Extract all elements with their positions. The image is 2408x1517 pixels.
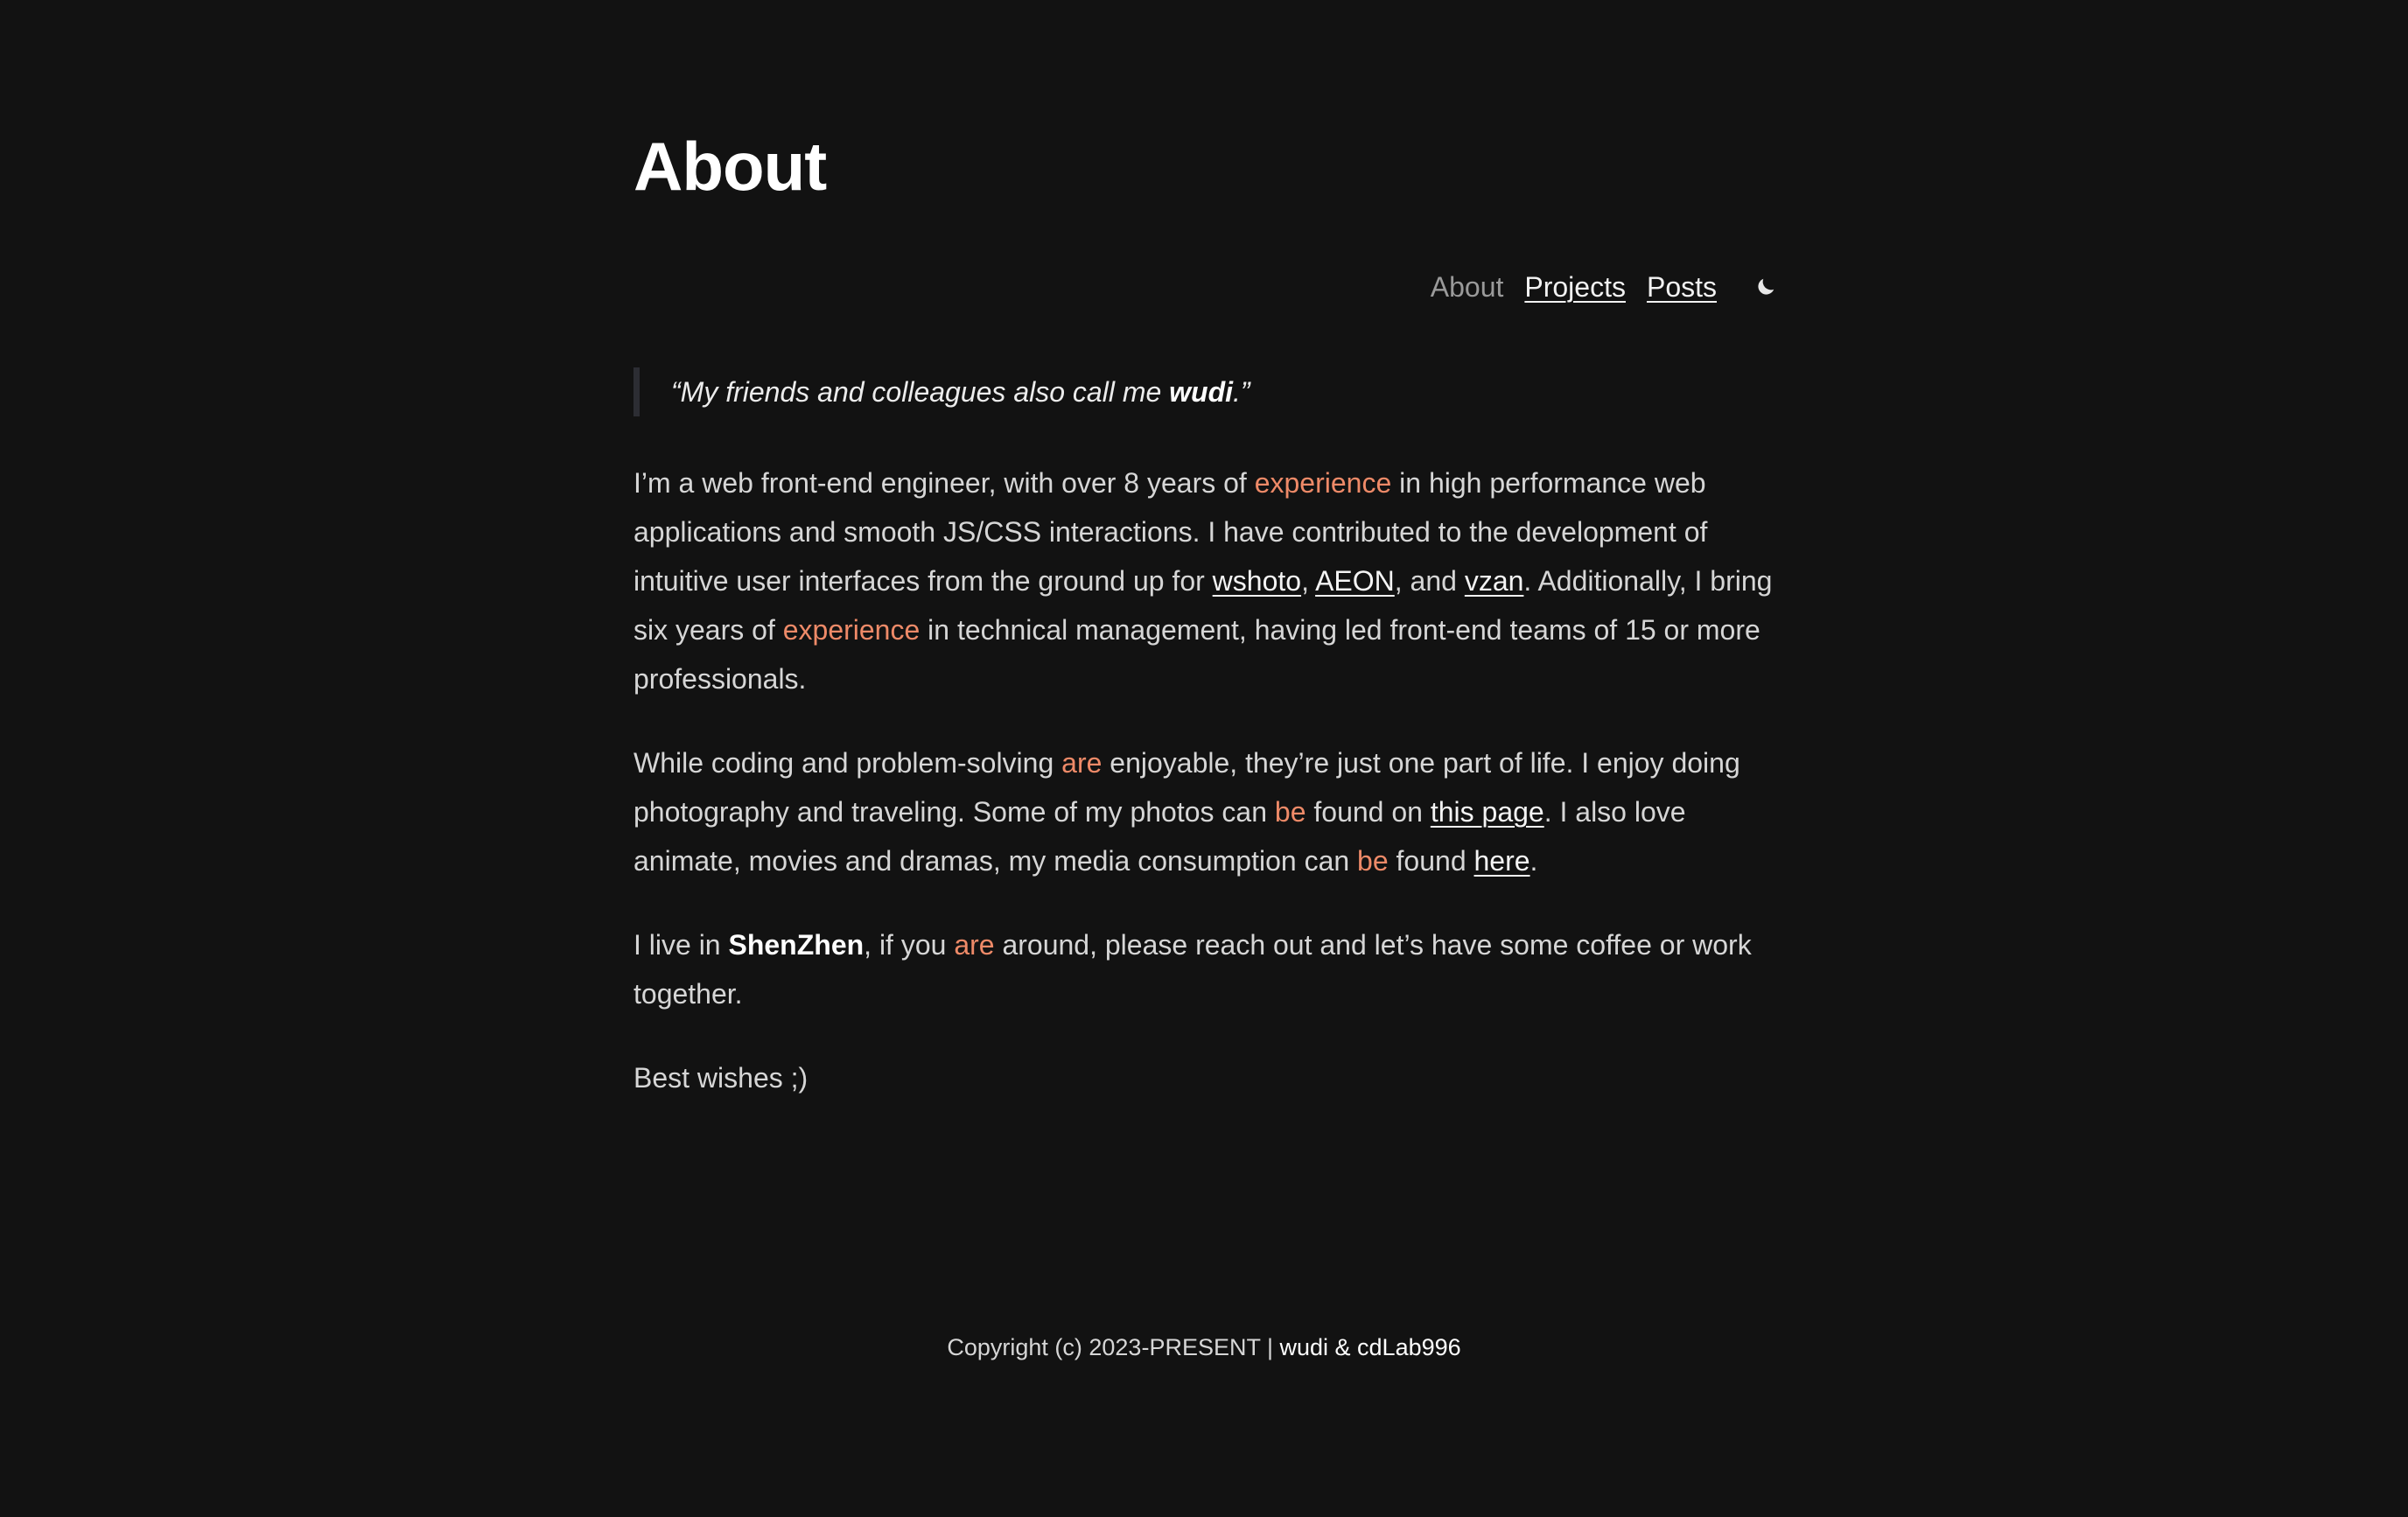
quote-name: wudi bbox=[1169, 376, 1234, 408]
paragraph-signoff: Best wishes ;) bbox=[634, 1062, 808, 1094]
text: I live in bbox=[634, 929, 729, 961]
copyright-text: Copyright (c) 2023-PRESENT | bbox=[947, 1334, 1280, 1360]
quote-text: “My friends and colleagues also call me bbox=[671, 376, 1170, 408]
text: While coding and problem-solving bbox=[634, 747, 1062, 779]
link-vzan[interactable]: vzan bbox=[1465, 565, 1524, 597]
link-wshoto[interactable]: wshoto bbox=[1213, 565, 1301, 597]
page-title: About bbox=[634, 128, 827, 205]
intro-quote: “My friends and colleagues also call me … bbox=[634, 367, 1778, 416]
link-this-page[interactable]: this page bbox=[1431, 796, 1544, 828]
highlight-word: experience bbox=[1254, 467, 1392, 499]
link-here[interactable]: here bbox=[1474, 845, 1530, 877]
paragraph-hobbies: While coding and problem-solving are enj… bbox=[634, 738, 1778, 885]
text: . bbox=[1530, 845, 1538, 877]
text: I’m a web front-end engineer, with over … bbox=[634, 467, 1255, 499]
city-name: ShenZhen bbox=[728, 929, 864, 961]
highlight-word: are bbox=[954, 929, 995, 961]
nav-projects[interactable]: Projects bbox=[1524, 268, 1626, 306]
paragraph-location: I live in ShenZhen, if you are around, p… bbox=[634, 920, 1778, 1018]
text: found on bbox=[1306, 796, 1431, 828]
highlight-word: experience bbox=[782, 614, 920, 646]
moon-icon bbox=[1758, 278, 1774, 295]
nav-posts[interactable]: Posts bbox=[1647, 268, 1717, 306]
highlight-word: be bbox=[1357, 845, 1389, 877]
text: found bbox=[1388, 845, 1474, 877]
footer: Copyright (c) 2023-PRESENT | wudi & cdLa… bbox=[0, 1330, 2408, 1365]
top-nav: About Projects Posts bbox=[1431, 268, 1778, 306]
nav-about[interactable]: About bbox=[1431, 268, 1504, 306]
footer-authors: wudi & cdLab996 bbox=[1279, 1334, 1461, 1360]
highlight-word: are bbox=[1061, 747, 1102, 779]
link-aeon[interactable]: AEON bbox=[1315, 565, 1395, 597]
about-content: “My friends and colleagues also call me … bbox=[634, 367, 1778, 1137]
text: , and bbox=[1394, 565, 1465, 597]
theme-toggle-button[interactable] bbox=[1746, 268, 1785, 306]
text: , if you bbox=[864, 929, 955, 961]
highlight-word: be bbox=[1274, 796, 1306, 828]
paragraph-experience: I’m a web front-end engineer, with over … bbox=[634, 458, 1778, 703]
text: , bbox=[1301, 565, 1316, 597]
quote-end: .” bbox=[1233, 376, 1250, 408]
